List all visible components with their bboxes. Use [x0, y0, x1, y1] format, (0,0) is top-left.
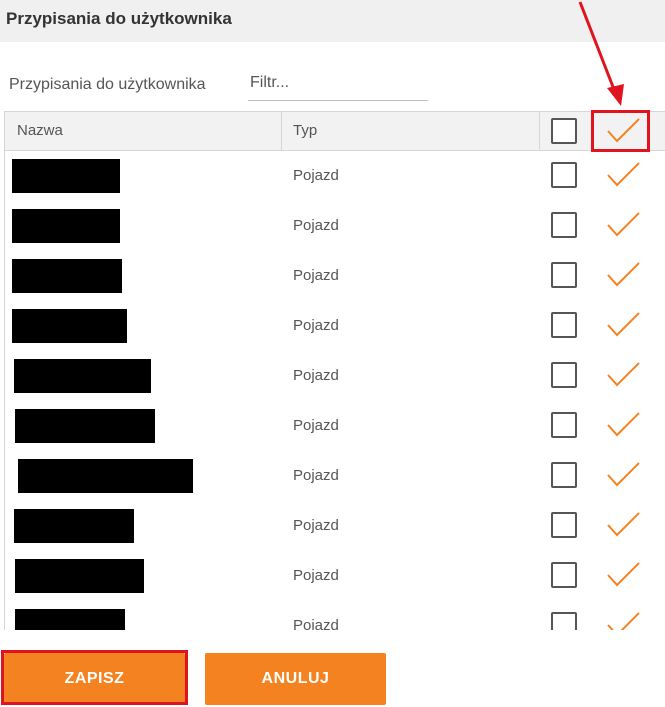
table-header: Nazwa Typ — [5, 112, 665, 151]
table-row[interactable]: Pojazd — [5, 601, 665, 631]
table-row[interactable]: Pojazd — [5, 351, 665, 402]
row-check-icon[interactable] — [602, 258, 644, 292]
row-checkbox[interactable] — [551, 562, 577, 588]
row-check-icon[interactable] — [602, 158, 644, 192]
row-type: Pojazd — [293, 567, 339, 584]
row-type: Pojazd — [293, 217, 339, 234]
row-checkbox[interactable] — [551, 212, 577, 238]
row-checkbox[interactable] — [551, 362, 577, 388]
row-check-icon[interactable] — [602, 458, 644, 492]
redacted-name — [14, 509, 134, 543]
column-header-name[interactable]: Nazwa — [17, 112, 63, 150]
redacted-name — [14, 359, 151, 393]
table-row[interactable]: Pojazd — [5, 201, 665, 252]
row-check-icon[interactable] — [602, 208, 644, 242]
redacted-name — [12, 259, 122, 293]
column-header-type[interactable]: Typ — [293, 112, 317, 150]
row-type: Pojazd — [293, 167, 339, 184]
select-all-checkbox[interactable] — [551, 118, 577, 144]
row-checkbox[interactable] — [551, 612, 577, 631]
cancel-button[interactable]: ANULUJ — [205, 653, 386, 705]
table-row[interactable]: Pojazd — [5, 401, 665, 452]
row-check-icon[interactable] — [602, 308, 644, 342]
table-row[interactable]: Pojazd — [5, 451, 665, 502]
row-type: Pojazd — [293, 267, 339, 284]
table-row[interactable]: Pojazd — [5, 301, 665, 352]
filter-label: Przypisania do użytkownika — [9, 76, 206, 93]
row-type: Pojazd — [293, 517, 339, 534]
redacted-name — [12, 309, 127, 343]
row-checkbox[interactable] — [551, 262, 577, 288]
row-checkbox[interactable] — [551, 412, 577, 438]
row-checkbox[interactable] — [551, 512, 577, 538]
redacted-name — [15, 559, 144, 593]
filter-input[interactable] — [248, 66, 428, 101]
row-type: Pojazd — [293, 417, 339, 434]
assignments-table: Nazwa Typ Pojazd Pojazd Pojazd Pojazd Pojazd… — [4, 111, 665, 631]
dialog-title: Przypisania do użytkownika — [6, 9, 232, 28]
redacted-name — [15, 409, 155, 443]
row-type: Pojazd — [293, 617, 339, 631]
dialog-footer: ZAPISZ ANULUJ — [0, 630, 665, 707]
redacted-name — [12, 209, 120, 243]
row-check-icon[interactable] — [602, 508, 644, 542]
row-checkbox[interactable] — [551, 312, 577, 338]
row-check-icon[interactable] — [602, 608, 644, 631]
highlight-save — [1, 650, 188, 705]
row-type: Pojazd — [293, 467, 339, 484]
row-check-icon[interactable] — [602, 408, 644, 442]
redacted-name — [12, 159, 120, 193]
row-type: Pojazd — [293, 317, 339, 334]
row-check-icon[interactable] — [602, 358, 644, 392]
table-row[interactable]: Pojazd — [5, 151, 665, 202]
annotation-arrow-icon — [578, 1, 624, 106]
row-checkbox[interactable] — [551, 162, 577, 188]
table-row[interactable]: Pojazd — [5, 251, 665, 302]
table-row[interactable]: Pojazd — [5, 551, 665, 602]
redacted-name — [18, 459, 193, 493]
table-row[interactable]: Pojazd — [5, 501, 665, 552]
row-type: Pojazd — [293, 367, 339, 384]
row-check-icon[interactable] — [602, 558, 644, 592]
redacted-name — [15, 609, 125, 631]
highlight-check-all — [591, 110, 650, 152]
row-checkbox[interactable] — [551, 462, 577, 488]
